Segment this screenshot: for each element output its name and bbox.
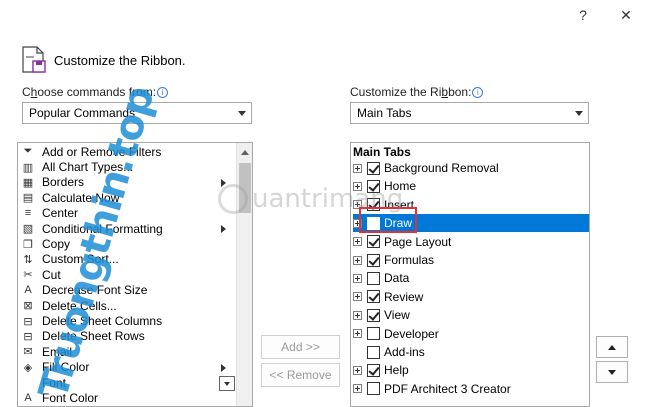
- submenu-arrow-icon: [221, 363, 226, 372]
- chevron-down-icon: [237, 103, 247, 123]
- command-item[interactable]: ▦ Borders: [20, 175, 84, 190]
- tab-checkbox[interactable]: [367, 161, 380, 175]
- expand-icon[interactable]: [353, 365, 362, 375]
- tab-checkbox[interactable]: [367, 290, 380, 304]
- tab-item[interactable]: Add-ins: [353, 343, 583, 361]
- chevron-down-icon: [574, 103, 584, 123]
- submenu-arrow-icon: [221, 225, 226, 233]
- expand-icon[interactable]: [353, 255, 362, 265]
- help-button[interactable]: ?: [570, 3, 596, 27]
- expand-icon[interactable]: [353, 273, 362, 283]
- watermark-circle-icon: [218, 184, 248, 214]
- page-title: Customize the Ribbon.: [54, 52, 186, 68]
- tab-item[interactable]: Developer: [353, 325, 583, 343]
- tabs-dropdown-value: Main Tabs: [357, 106, 412, 120]
- expand-icon[interactable]: [353, 237, 362, 247]
- ribbon-tabs-tree[interactable]: Main Tabs Background Removal Home Insert Dr…: [350, 142, 590, 407]
- tab-label: Data: [384, 271, 410, 286]
- tab-label: Add-ins: [384, 345, 425, 359]
- email-icon: ✉: [23, 346, 33, 359]
- remove-button[interactable]: << Remove: [261, 363, 340, 387]
- customize-ribbon-label: Customize the Ribbon: i: [350, 85, 484, 99]
- delete-cells-icon: ⊠: [23, 300, 33, 313]
- expand-icon[interactable]: [353, 292, 362, 302]
- scroll-up-button[interactable]: [237, 144, 252, 160]
- command-label: Borders: [42, 175, 85, 190]
- sort-icon: ⇅: [23, 253, 33, 266]
- tab-checkbox[interactable]: [367, 308, 380, 322]
- fill-color-icon: ◈: [23, 361, 33, 374]
- tab-item[interactable]: PDF Architect 3 Creator: [353, 380, 583, 398]
- command-item[interactable]: ❐ Copy: [20, 236, 70, 251]
- tab-label: Help: [384, 363, 409, 378]
- command-label: Center: [42, 206, 79, 221]
- watermark-logo: uantrimang: [218, 184, 403, 214]
- tab-item[interactable]: Formulas: [353, 251, 583, 269]
- filter-icon: ⏷: [23, 145, 33, 158]
- delete-rows-icon: ⊟: [23, 330, 33, 343]
- add-button[interactable]: Add >>: [261, 335, 340, 359]
- tab-item[interactable]: Data: [353, 269, 583, 287]
- title-bar: ? ✕: [0, 0, 650, 30]
- tab-item[interactable]: View: [353, 306, 583, 324]
- cut-icon: ✂: [23, 269, 33, 282]
- tab-checkbox[interactable]: [367, 363, 380, 377]
- tab-label: Review: [384, 289, 424, 304]
- customize-ribbon-icon: [22, 46, 46, 73]
- command-item[interactable]: ✂ Cut: [20, 267, 61, 282]
- tab-item[interactable]: Help: [353, 361, 583, 379]
- borders-icon: ▦: [22, 176, 34, 189]
- conditional-formatting-icon: ▧: [22, 223, 34, 236]
- chart-icon: ▥: [22, 161, 34, 174]
- tab-checkbox[interactable]: [367, 253, 380, 267]
- close-button[interactable]: ✕: [613, 3, 639, 27]
- tab-checkbox[interactable]: [367, 271, 380, 285]
- align-center-icon: ≡: [24, 207, 32, 220]
- decrease-font-icon: A: [24, 284, 32, 297]
- font-color-icon: A: [24, 392, 32, 405]
- tabs-dropdown[interactable]: Main Tabs: [350, 102, 589, 124]
- expand-icon[interactable]: [353, 163, 362, 173]
- move-down-button[interactable]: [596, 361, 628, 383]
- tab-item[interactable]: Review: [353, 288, 583, 306]
- move-up-button[interactable]: [596, 336, 628, 358]
- command-item[interactable]: ≡ Center: [20, 206, 78, 221]
- copy-icon: ❐: [23, 238, 33, 251]
- tab-checkbox[interactable]: [367, 345, 380, 359]
- tab-checkbox[interactable]: [367, 327, 380, 341]
- tab-label: Formulas: [384, 253, 435, 267]
- tab-label: View: [384, 308, 410, 323]
- command-label: Copy: [42, 237, 71, 252]
- expand-icon[interactable]: [353, 310, 362, 320]
- delete-columns-icon: ⊟: [23, 315, 33, 328]
- expand-icon[interactable]: [353, 329, 362, 339]
- expand-icon[interactable]: [353, 384, 362, 394]
- section-header: Customize the Ribbon.: [20, 44, 186, 76]
- command-label: Cut: [42, 267, 61, 282]
- tree-header: Main Tabs: [353, 145, 411, 159]
- commands-scrollbar[interactable]: [236, 143, 252, 406]
- tab-item[interactable]: Page Layout: [353, 233, 583, 251]
- tab-label: Developer: [384, 326, 439, 341]
- tab-item[interactable]: Background Removal: [353, 159, 583, 177]
- tab-checkbox[interactable]: [367, 382, 380, 396]
- calculator-icon: ▤: [22, 192, 34, 205]
- font-combo-indicator: [219, 376, 235, 391]
- tab-label: PDF Architect 3 Creator: [384, 381, 511, 396]
- tab-checkbox[interactable]: [367, 235, 380, 249]
- tab-label: Page Layout: [384, 234, 452, 249]
- tab-label: Background Removal: [384, 161, 499, 175]
- info-icon: i: [472, 87, 484, 98]
